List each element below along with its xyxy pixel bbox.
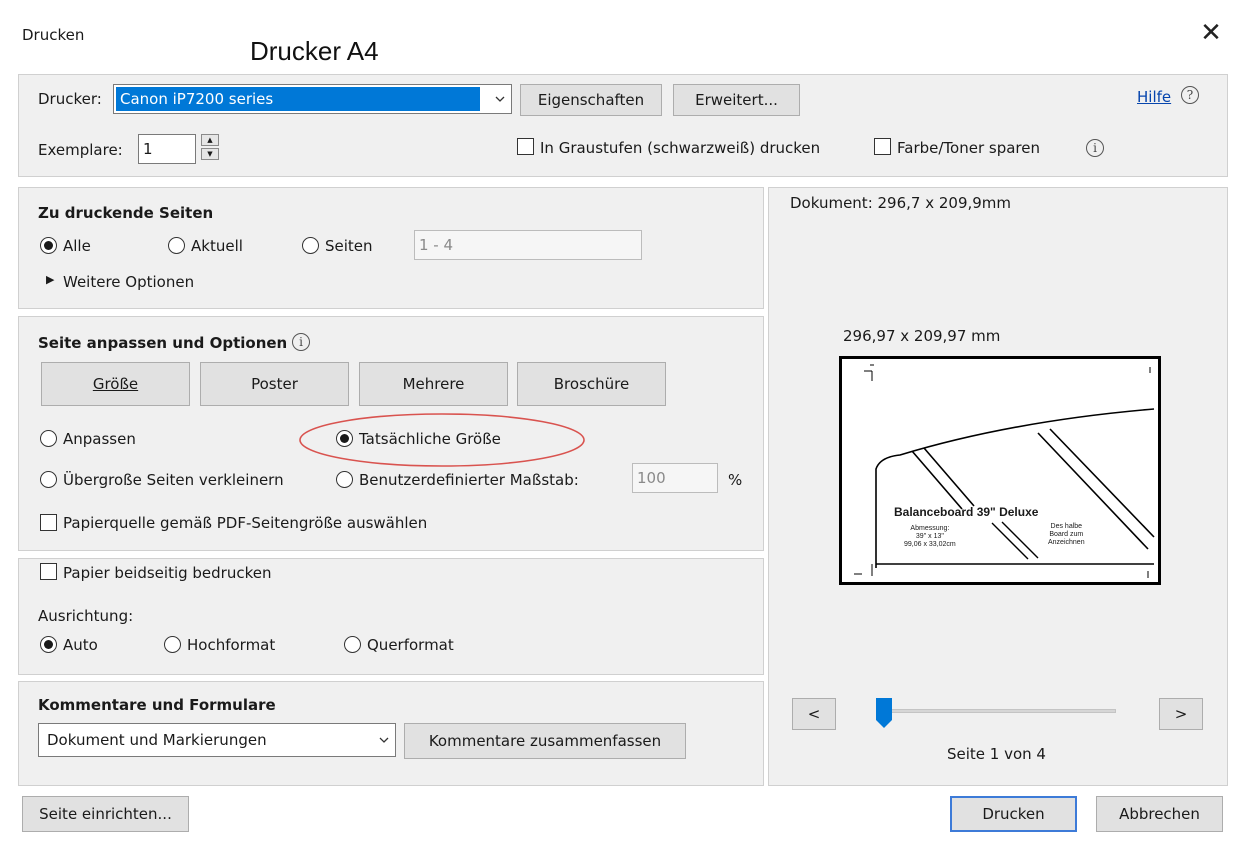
copies-up-button[interactable]: ▲ [201,134,219,146]
radio-custom-scale[interactable] [336,471,353,488]
comments-select[interactable]: Dokument und Markierungen [38,723,396,757]
duplex-label: Papier beidseitig bedrucken [63,564,272,582]
page-preview-drawing [854,364,1155,578]
comments-select-value: Dokument und Markierungen [47,731,267,749]
page-slider-track[interactable] [876,709,1116,713]
info-icon[interactable]: i [1086,139,1104,157]
chevron-down-icon [379,737,389,743]
grayscale-checkbox[interactable] [517,138,534,155]
radio-actual-size-label: Tatsächliche Größe [359,430,501,448]
printer-select-value: Canon iP7200 series [116,87,480,111]
copies-input[interactable]: 1 [138,134,196,164]
radio-portrait[interactable] [164,636,181,653]
radio-actual-size[interactable] [336,430,353,447]
comments-section-title: Kommentare und Formulare [38,696,276,714]
dialog-title: Drucken [22,26,85,44]
duplex-checkbox[interactable] [40,563,57,580]
preview-dims-line: Abmessung: [910,525,950,532]
grayscale-label: In Graustufen (schwarzweiß) drucken [540,139,821,157]
preview-side-block: Des halbe Board zum Anzeichnen [1048,523,1085,547]
preview-side-line: Des halbe [1050,523,1083,530]
help-question-icon[interactable]: ? [1181,86,1199,104]
cancel-button[interactable]: Abbrechen [1096,796,1223,832]
close-icon[interactable]: ✕ [1196,18,1226,48]
document-size-text: Dokument: 296,7 x 209,9mm [790,194,1012,212]
preview-dims-line: 39" x 13" [915,533,944,540]
preview-side-line: Anzeichnen [1048,539,1085,546]
tab-size[interactable]: Größe [41,362,190,406]
scale-input[interactable]: 100 [632,463,718,493]
radio-pages[interactable] [302,237,319,254]
radio-fit-label: Anpassen [63,430,136,448]
save-toner-checkbox[interactable] [874,138,891,155]
tab-poster[interactable]: Poster [200,362,349,406]
paper-source-label: Papierquelle gemäß PDF-Seitengröße auswä… [63,514,428,532]
pages-section-title: Zu druckende Seiten [38,204,214,222]
preview-page-title: Balanceboard 39" Deluxe [894,505,1039,519]
tab-multiple[interactable]: Mehrere [359,362,508,406]
properties-button[interactable]: Eigenschaften [520,84,662,116]
page-status-text: Seite 1 von 4 [947,745,1046,763]
scale-unit: % [728,471,743,489]
prev-page-button[interactable]: < [792,698,836,730]
more-options-toggle[interactable]: Weitere Optionen [63,273,194,291]
print-button[interactable]: Drucken [950,796,1077,832]
page-slider-thumb[interactable] [876,698,892,728]
radio-landscape-label: Querformat [367,636,454,654]
radio-pages-label: Seiten [325,237,373,255]
preview-dims-line: 99,06 x 33,02cm [904,541,956,548]
radio-current-label: Aktuell [191,237,243,255]
advanced-button[interactable]: Erweitert... [673,84,800,116]
sizing-info-icon[interactable]: i [292,333,310,351]
save-toner-label: Farbe/Toner sparen [897,139,1040,157]
page-setup-button[interactable]: Seite einrichten... [22,796,189,832]
orientation-label: Ausrichtung: [38,607,134,625]
printer-select[interactable]: Canon iP7200 series [113,84,512,114]
help-link[interactable]: Hilfe [1137,88,1171,106]
radio-all[interactable] [40,237,57,254]
summarize-comments-button[interactable]: Kommentare zusammenfassen [404,723,686,759]
copies-label: Exemplare: [38,141,123,159]
radio-landscape[interactable] [344,636,361,653]
tab-booklet[interactable]: Broschüre [517,362,666,406]
chevron-down-icon [495,96,505,102]
sizing-section-title: Seite anpassen und Optionen [38,334,288,352]
expand-triangle-icon[interactable]: ▶ [46,273,54,286]
radio-orientation-auto-label: Auto [63,636,98,654]
radio-fit[interactable] [40,430,57,447]
paper-source-checkbox[interactable] [40,514,57,531]
page-preview: Balanceboard 39" Deluxe Abmessung: 39" x… [839,356,1161,585]
radio-portrait-label: Hochformat [187,636,276,654]
printer-label: Drucker: [38,90,102,108]
annotation-printer-a4: Drucker A4 [250,36,379,66]
radio-current[interactable] [168,237,185,254]
radio-shrink[interactable] [40,471,57,488]
radio-custom-scale-label: Benutzerdefinierter Maßstab: [359,471,579,489]
page-range-input[interactable]: 1 - 4 [414,230,642,260]
next-page-button[interactable]: > [1159,698,1203,730]
preview-dims-block: Abmessung: 39" x 13" 99,06 x 33,02cm [904,525,956,549]
radio-orientation-auto[interactable] [40,636,57,653]
page-size-text: 296,97 x 209,97 mm [843,327,1001,345]
preview-side-line: Board zum [1049,531,1084,538]
radio-all-label: Alle [63,237,91,255]
copies-down-button[interactable]: ▼ [201,148,219,160]
radio-shrink-label: Übergroße Seiten verkleinern [63,471,284,489]
